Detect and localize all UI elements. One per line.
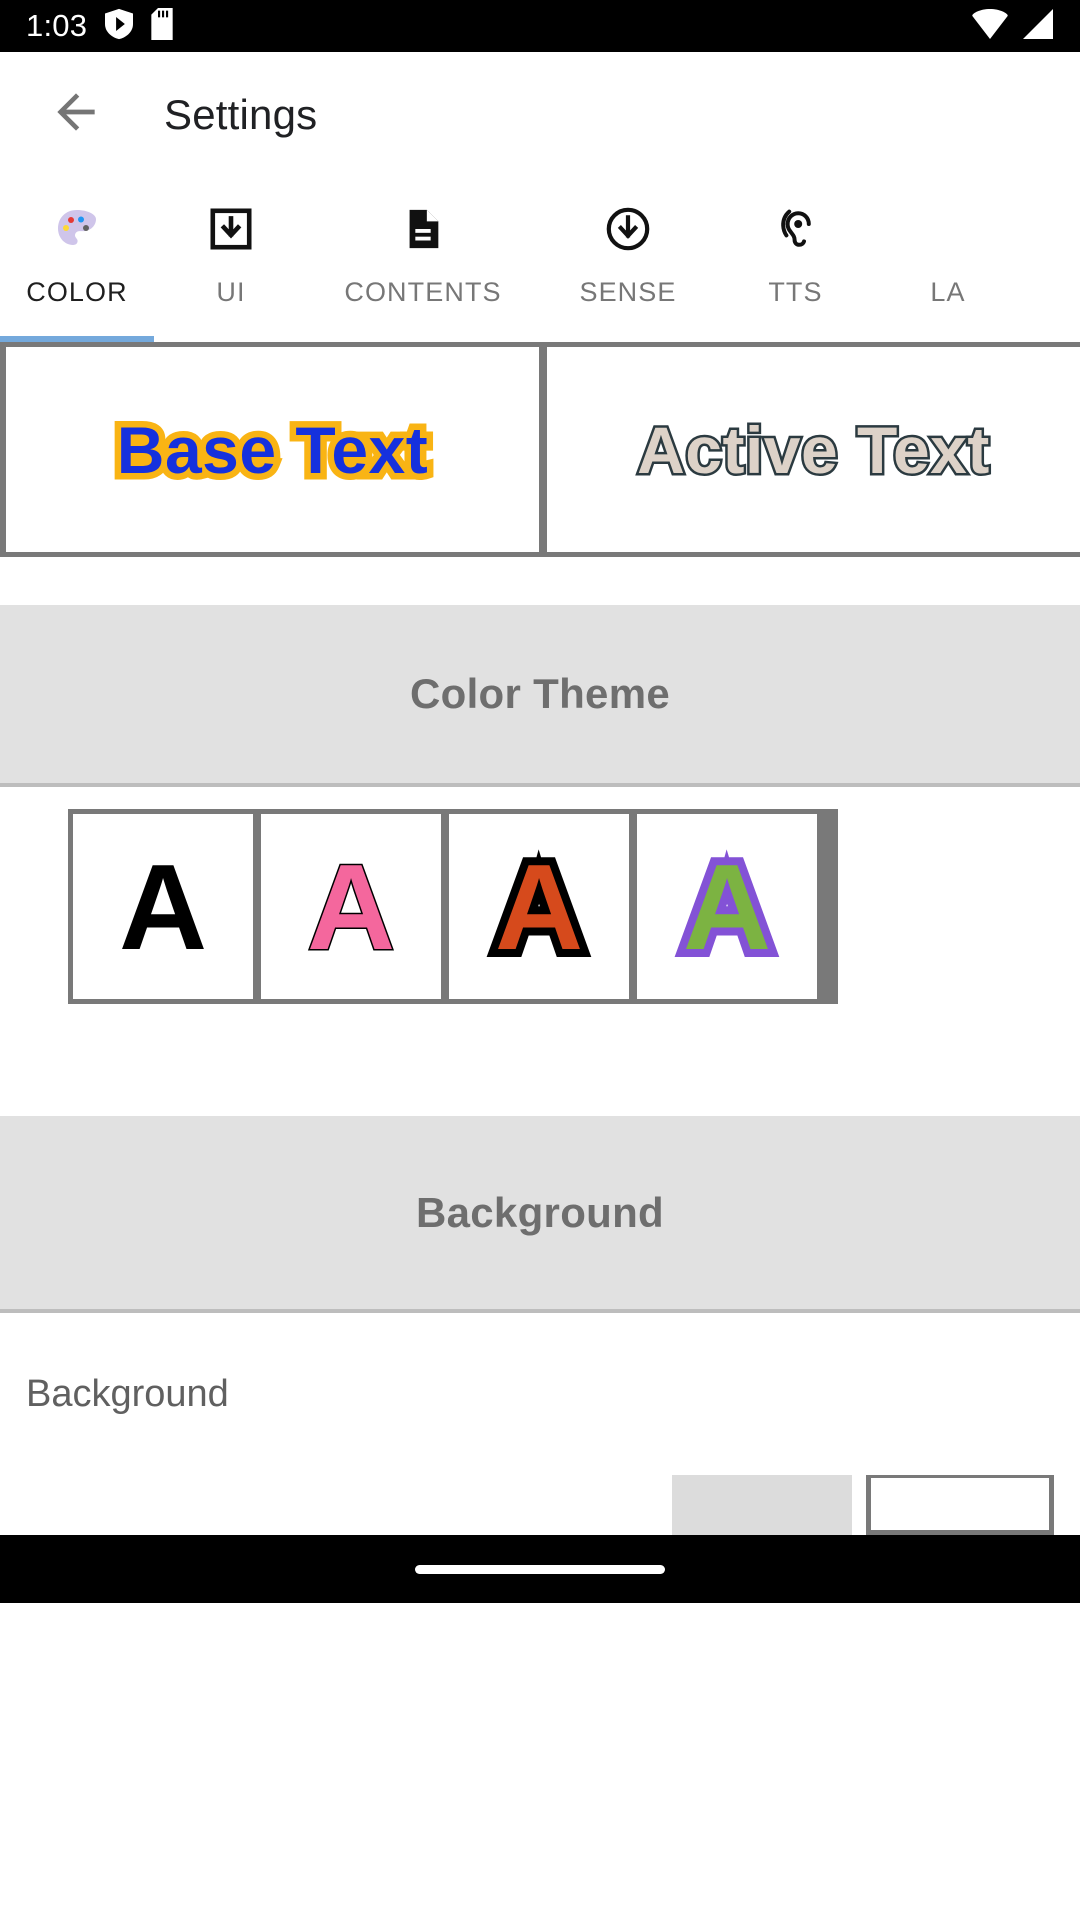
tab-label-language: LA	[930, 277, 966, 307]
tab-label-ui: UI	[216, 277, 246, 307]
tab-sense[interactable]: SENSE	[538, 177, 718, 308]
page-title: Settings	[164, 90, 318, 138]
tab-tts[interactable]: TTS	[718, 177, 873, 308]
section-header-color-theme: Color Theme	[0, 605, 1080, 783]
system-navigation-bar	[0, 1535, 1080, 1603]
app-bar: Settings	[0, 52, 1080, 177]
tab-label-sense: SENSE	[579, 277, 677, 307]
color-theme-swatch-2[interactable]: A	[261, 814, 441, 999]
swatch-letter-4: A	[675, 838, 779, 976]
tab-label-color: COLOR	[26, 277, 128, 307]
status-bar: 1:03	[0, 0, 1080, 52]
text-preview-row: Base Text Active Text	[0, 342, 1080, 557]
download-box-icon	[208, 199, 254, 259]
tab-label-tts: TTS	[768, 277, 823, 307]
status-bar-left: 1:03	[26, 7, 173, 45]
background-chip-group[interactable]	[672, 1475, 1054, 1535]
status-clock: 1:03	[26, 8, 88, 43]
color-theme-swatch-area: A A A A	[0, 787, 1080, 1004]
background-row-label: Background	[26, 1372, 229, 1415]
spacer-above-background	[0, 1004, 1080, 1116]
background-chip-white[interactable]	[866, 1475, 1054, 1535]
cell-signal-icon	[1022, 8, 1054, 44]
settings-tab-strip[interactable]: COLOR UI CONTENTS SENSE TTS LA	[0, 177, 1080, 342]
background-setting-row[interactable]: Background	[0, 1313, 1080, 1475]
base-text-sample: Base Text	[110, 406, 434, 493]
base-text-preview-card[interactable]: Base Text	[6, 347, 539, 552]
back-arrow-icon	[48, 84, 104, 145]
ear-hearing-icon	[772, 199, 820, 259]
background-chip-grey[interactable]	[672, 1475, 852, 1535]
circle-down-arrow-icon	[604, 199, 652, 259]
sd-card-icon	[151, 7, 173, 45]
section-header-background: Background	[0, 1116, 1080, 1309]
color-theme-swatch-4[interactable]: A	[637, 814, 817, 999]
tab-active-indicator	[0, 336, 154, 342]
tab-language[interactable]: LA	[873, 177, 1023, 308]
wifi-icon	[972, 8, 1008, 44]
play-protect-shield-icon	[105, 8, 134, 45]
status-bar-right	[972, 8, 1054, 44]
back-button[interactable]	[40, 79, 112, 151]
tab-ui[interactable]: UI	[154, 177, 308, 308]
section-header-background-label: Background	[415, 1188, 665, 1236]
swatch-letter-1: A	[118, 838, 208, 975]
active-text-preview-card[interactable]: Active Text	[547, 347, 1080, 552]
section-header-color-theme-label: Color Theme	[410, 670, 670, 717]
color-theme-swatch-3[interactable]: A	[449, 814, 629, 999]
swatch-letter-3: A	[487, 838, 591, 976]
tab-color[interactable]: COLOR	[0, 177, 154, 308]
home-gesture-pill[interactable]	[415, 1564, 665, 1574]
background-color-chips-row[interactable]	[0, 1475, 1080, 1535]
color-theme-swatch-row[interactable]: A A A A	[68, 809, 838, 1004]
tab-label-contents: CONTENTS	[344, 277, 502, 307]
palette-icon	[53, 199, 101, 259]
active-text-sample: Active Text	[635, 410, 992, 489]
spacer-above-color-theme	[0, 557, 1080, 605]
tab-contents[interactable]: CONTENTS	[308, 177, 538, 308]
document-icon	[400, 199, 446, 259]
color-theme-swatch-1[interactable]: A	[73, 814, 253, 999]
swatch-letter-2: A	[305, 838, 396, 975]
